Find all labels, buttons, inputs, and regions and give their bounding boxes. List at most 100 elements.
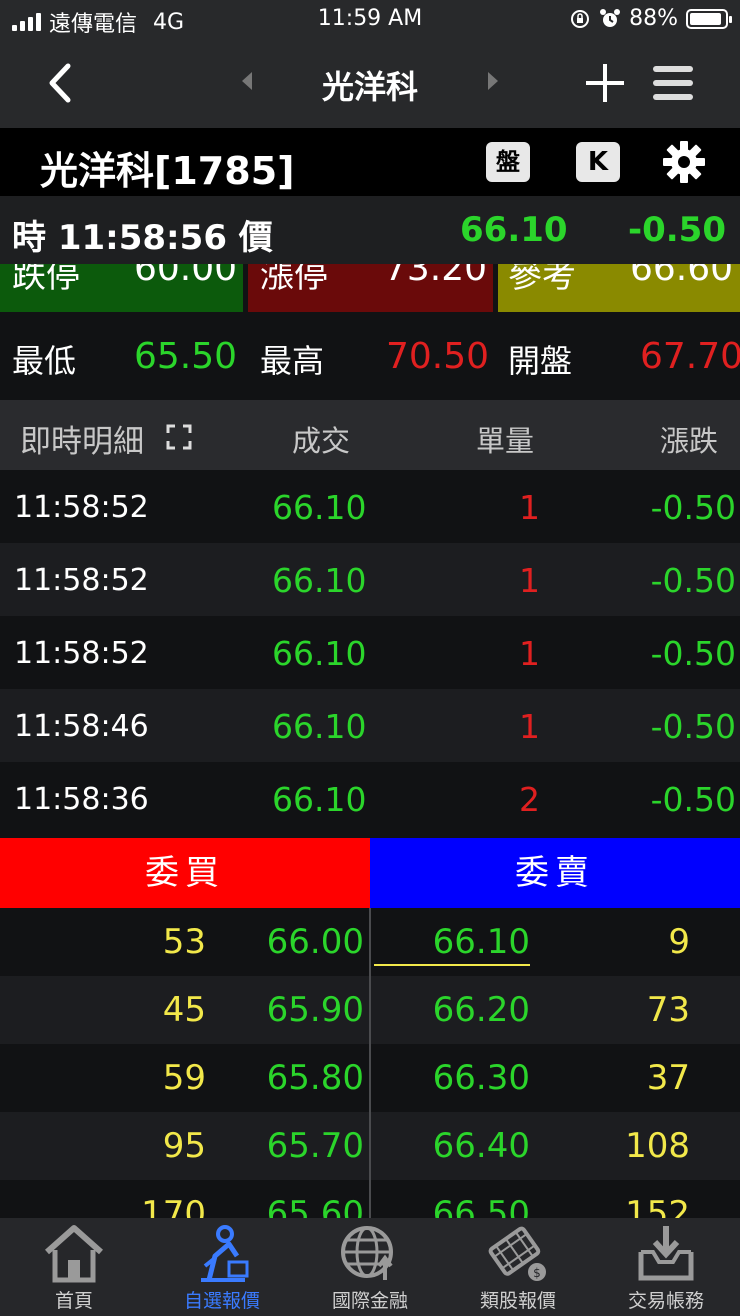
tick-time: 11:58:36 xyxy=(14,782,149,817)
tick-price: 66.10 xyxy=(272,634,367,673)
ask-header: 委賣 xyxy=(370,838,740,908)
orderbook-divider xyxy=(369,908,371,1218)
tick-volume: 1 xyxy=(519,488,540,527)
col-price-header: 成交 xyxy=(292,424,351,458)
tab-home-label: 首頁 xyxy=(54,1290,93,1312)
bid-price: 65.80 xyxy=(266,1058,364,1098)
battery-icon xyxy=(686,8,732,29)
bid-volume: 53 xyxy=(162,922,206,962)
col-volume-header: 單量 xyxy=(476,424,535,458)
menu-icon[interactable] xyxy=(650,60,696,106)
tab-global-label: 國際金融 xyxy=(331,1290,408,1312)
gear-icon[interactable] xyxy=(660,138,708,186)
add-icon[interactable] xyxy=(582,60,628,106)
limit-down-cell: 跌停 60.00 xyxy=(0,264,243,312)
tab-global[interactable]: 國際金融 xyxy=(296,1222,444,1314)
tick-row[interactable]: 11:58:36 66.10 2 -0.50 xyxy=(0,762,740,835)
tab-trade[interactable]: 交易帳務 xyxy=(592,1222,740,1314)
bid-volume: 45 xyxy=(162,990,206,1030)
reference-label: 參考 xyxy=(508,264,576,296)
tick-price: 66.10 xyxy=(272,488,367,527)
tick-price: 66.10 xyxy=(272,707,367,746)
tick-volume: 1 xyxy=(519,561,540,600)
limit-up-value: 73.20 xyxy=(384,264,488,289)
trade-icon xyxy=(638,1226,694,1281)
ask-price: 66.10 xyxy=(432,922,530,962)
tick-time: 11:58:52 xyxy=(14,636,149,671)
bid-price: 65.60 xyxy=(266,1194,364,1218)
ask-volume: 73 xyxy=(646,990,690,1030)
limit-up-label: 漲停 xyxy=(260,264,328,296)
tick-time: 11:58:52 xyxy=(14,490,149,525)
alarm-icon xyxy=(600,8,621,27)
ask-price: 66.50 xyxy=(432,1194,530,1218)
expand-icon[interactable] xyxy=(166,424,192,450)
high-value: 70.50 xyxy=(386,336,490,377)
globe-icon xyxy=(341,1226,393,1280)
nav-title: 光洋科 xyxy=(321,68,418,106)
tick-volume: 2 xyxy=(519,780,540,819)
bid-price: 65.70 xyxy=(266,1126,364,1166)
svg-text:$: $ xyxy=(533,1266,541,1280)
ask-volume: 9 xyxy=(668,922,690,962)
tick-row[interactable]: 11:58:52 66.10 1 -0.50 xyxy=(0,616,740,689)
tick-change: -0.50 xyxy=(650,561,736,600)
tab-watchlist[interactable]: 自選報價 xyxy=(148,1222,296,1314)
tick-volume: 1 xyxy=(519,707,540,746)
bid-volume: 95 xyxy=(162,1126,206,1166)
tab-watchlist-label: 自選報價 xyxy=(183,1290,260,1312)
open-value: 67.70 xyxy=(640,336,740,377)
tick-change: -0.50 xyxy=(650,634,736,673)
bid-volume: 59 xyxy=(162,1058,206,1098)
high-label: 最高 xyxy=(260,342,325,380)
reference-value: 66.60 xyxy=(630,264,734,289)
hlo-row xyxy=(0,312,740,400)
tick-price: 66.10 xyxy=(272,561,367,600)
tick-change: -0.50 xyxy=(650,488,736,527)
watchlist-icon xyxy=(201,1225,249,1282)
tick-price: 66.10 xyxy=(272,780,367,819)
reference-cell: 參考 66.60 xyxy=(498,264,740,312)
tick-volume: 1 xyxy=(519,634,540,673)
bid-price: 65.90 xyxy=(266,990,364,1030)
ask-price: 66.40 xyxy=(432,1126,530,1166)
ask-volume: 152 xyxy=(625,1194,690,1218)
ticks-title: 即時明細 xyxy=(20,424,144,460)
col-change-header: 漲跌 xyxy=(660,424,719,458)
tick-row[interactable]: 11:58:52 66.10 1 -0.50 xyxy=(0,543,740,616)
tick-time: 11:58:46 xyxy=(14,709,149,744)
kline-button[interactable]: K xyxy=(576,142,620,182)
tick-time: 11:58:52 xyxy=(14,563,149,598)
ask-volume: 37 xyxy=(646,1058,690,1098)
last-price: 66.10 xyxy=(460,210,568,250)
bid-volume: 170 xyxy=(141,1194,206,1218)
tick-change: -0.50 xyxy=(650,780,736,819)
bid-header: 委買 xyxy=(0,838,370,908)
best-ask-underline xyxy=(374,964,530,966)
orderbook-button[interactable]: 盤 xyxy=(486,142,530,182)
nav-bar: 光洋科 xyxy=(0,40,740,128)
tab-trade-label: 交易帳務 xyxy=(627,1290,704,1312)
tick-row[interactable]: 11:58:46 66.10 1 -0.50 xyxy=(0,689,740,762)
sector-icon: $ xyxy=(488,1226,546,1281)
open-label: 開盤 xyxy=(508,342,573,380)
battery-percent: 88% xyxy=(629,6,678,31)
stock-header: 光洋科[1785] xyxy=(0,128,740,196)
limit-row: 跌停 60.00 漲停 73.20 參考 66.60 xyxy=(0,264,740,312)
low-value: 65.50 xyxy=(134,336,238,377)
price-change: -0.50 xyxy=(628,210,726,250)
rotation-lock-icon xyxy=(571,9,590,28)
low-label: 最低 xyxy=(12,342,77,380)
limit-down-value: 60.00 xyxy=(134,264,238,289)
tab-sector[interactable]: $ 類股報價 xyxy=(444,1222,592,1314)
ask-price: 66.30 xyxy=(432,1058,530,1098)
ask-volume: 108 xyxy=(625,1126,690,1166)
quote-time-label: 時 11:58:56 價 xyxy=(12,218,273,258)
ask-price: 66.20 xyxy=(432,990,530,1030)
tab-home[interactable]: 首頁 xyxy=(0,1222,148,1314)
stock-name: 光洋科[1785] xyxy=(40,149,295,193)
next-stock-icon[interactable] xyxy=(478,66,508,96)
tick-change: -0.50 xyxy=(650,707,736,746)
limit-down-label: 跌停 xyxy=(12,264,80,296)
tick-row[interactable]: 11:58:52 66.10 1 -0.50 xyxy=(0,470,740,543)
